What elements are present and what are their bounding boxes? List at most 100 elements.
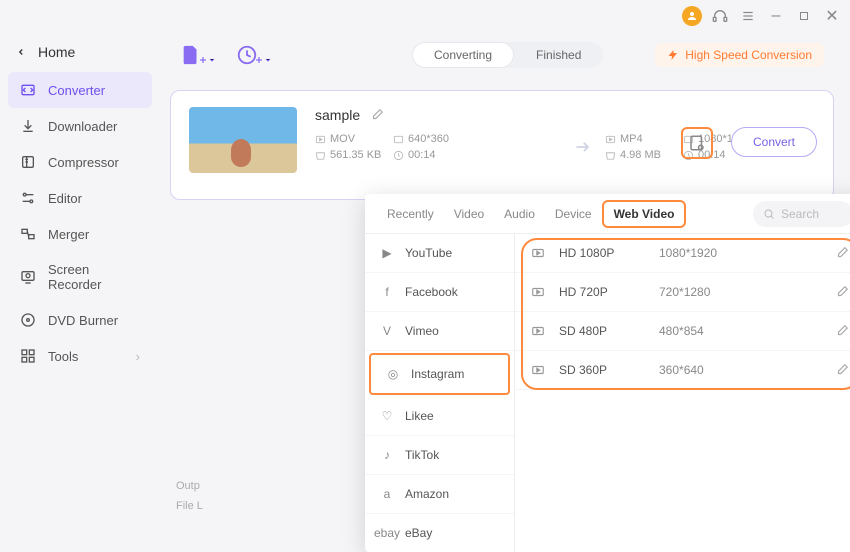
platform-amazon[interactable]: aAmazon — [365, 475, 514, 514]
likee-icon: ♡ — [379, 408, 395, 424]
popup-tab-video[interactable]: Video — [444, 194, 494, 233]
file-card: sample MOV 640*360 MP4 1080*1920 561.35 … — [170, 90, 834, 200]
resolution-name: SD 480P — [559, 324, 659, 338]
nav-dvd-burner[interactable]: DVD Burner — [8, 302, 152, 338]
resolution-name: SD 360P — [559, 363, 659, 377]
platform-youtube[interactable]: ▶ YouTube — [365, 234, 514, 273]
popup-search[interactable]: Search — [753, 201, 850, 227]
platform-instagram[interactable]: ◎Instagram — [369, 353, 510, 395]
tools-icon — [20, 348, 36, 364]
maximize-button[interactable] — [794, 6, 814, 26]
dst-size: 4.98 MB — [620, 149, 661, 161]
merger-icon — [20, 226, 36, 242]
video-icon — [531, 246, 549, 260]
avatar[interactable] — [682, 6, 702, 26]
conversion-status-segment: Converting Finished — [412, 42, 603, 68]
high-speed-button[interactable]: High Speed Conversion — [655, 43, 824, 67]
nav-merger[interactable]: Merger — [8, 216, 152, 252]
edit-icon[interactable] — [835, 246, 849, 260]
youtube-icon: ▶ — [379, 245, 395, 261]
platform-facebook[interactable]: f Facebook — [365, 273, 514, 312]
resolution-hd-720p[interactable]: HD 720P720*1280 — [515, 273, 850, 312]
nav-editor[interactable]: Editor — [8, 180, 152, 216]
nav-tools[interactable]: Tools › — [8, 338, 152, 374]
platform-label: Likee — [405, 409, 434, 423]
video-icon — [531, 324, 549, 338]
nav-converter[interactable]: Converter — [8, 72, 152, 108]
platform-tiktok[interactable]: ♪TikTok — [365, 436, 514, 475]
nav-label: Converter — [48, 83, 105, 98]
edit-title-icon[interactable] — [370, 108, 384, 122]
arrow-icon — [569, 137, 597, 157]
src-size: 561.35 KB — [330, 149, 381, 161]
search-icon — [763, 208, 775, 220]
tiktok-icon: ♪ — [379, 447, 395, 463]
main-panel: Converting Finished High Speed Conversio… — [160, 32, 850, 527]
resolution-sd-360p[interactable]: SD 360P360*640 — [515, 351, 850, 390]
platform-likee[interactable]: ♡ Likee — [365, 397, 514, 436]
sidebar: Home Converter Downloader Compressor Editor… — [0, 32, 160, 527]
popup-tab-web-video[interactable]: Web Video — [602, 200, 687, 228]
editor-icon — [20, 190, 36, 206]
resolution-value: 360*640 — [659, 363, 835, 377]
nav-label: Editor — [48, 191, 82, 206]
platform-list: ▶ YouTube f Facebook V Vimeo ◎Instagram ♡ Likee ♪… — [365, 234, 515, 552]
close-button[interactable]: ✕ — [822, 6, 842, 26]
vimeo-icon: V — [379, 323, 395, 339]
edit-icon[interactable] — [835, 363, 849, 377]
add-file-button[interactable] — [180, 44, 216, 66]
headset-icon[interactable] — [710, 6, 730, 26]
src-res: 640*360 — [408, 133, 449, 145]
resolution-hd-1080p[interactable]: HD 1080P1080*1920 — [515, 234, 850, 273]
popup-tab-device[interactable]: Device — [545, 194, 602, 233]
resolution-sd-480p[interactable]: SD 480P480*854 — [515, 312, 850, 351]
facebook-icon: f — [379, 284, 395, 300]
nav-label: Screen Recorder — [48, 262, 140, 292]
home-nav[interactable]: Home — [8, 40, 152, 72]
nav-screen-recorder[interactable]: Screen Recorder — [8, 252, 152, 302]
resolution-value: 1080*1920 — [659, 246, 835, 260]
platform-label: Facebook — [405, 285, 458, 299]
src-format: MOV — [330, 133, 355, 145]
tab-converting[interactable]: Converting — [412, 42, 514, 68]
resolution-value: 480*854 — [659, 324, 835, 338]
resolution-name: HD 1080P — [559, 246, 659, 260]
resolution-value: 720*1280 — [659, 285, 835, 299]
platform-ebay[interactable]: ebayeBay — [365, 514, 514, 552]
back-icon — [16, 47, 26, 57]
ebay-icon: ebay — [379, 525, 395, 541]
menu-icon[interactable] — [738, 6, 758, 26]
platform-label: Vimeo — [405, 324, 439, 338]
minimize-button[interactable]: – — [766, 6, 786, 26]
edit-icon[interactable] — [835, 324, 849, 338]
resolution-name: HD 720P — [559, 285, 659, 299]
convert-button[interactable]: Convert — [731, 127, 817, 157]
video-icon — [531, 285, 549, 299]
popup-tab-recently[interactable]: Recently — [377, 194, 444, 233]
platform-label: Instagram — [411, 367, 464, 381]
video-thumbnail[interactable] — [189, 107, 297, 173]
footer-info: Outp File L — [176, 477, 203, 517]
nav-label: Tools — [48, 349, 78, 364]
platform-label: YouTube — [405, 246, 452, 260]
nav-compressor[interactable]: Compressor — [8, 144, 152, 180]
tab-finished[interactable]: Finished — [514, 42, 603, 68]
screen-recorder-icon — [20, 269, 36, 285]
resolution-list: HD 1080P1080*1920HD 720P720*1280SD 480P4… — [515, 234, 850, 552]
src-dur: 00:14 — [408, 149, 436, 161]
nav-label: DVD Burner — [48, 313, 118, 328]
downloader-icon — [20, 118, 36, 134]
converter-icon — [20, 82, 36, 98]
output-settings-button[interactable] — [681, 127, 713, 159]
nav-downloader[interactable]: Downloader — [8, 108, 152, 144]
nav-label: Downloader — [48, 119, 117, 134]
chevron-right-icon: › — [136, 349, 140, 364]
format-popup: RecentlyVideoAudioDeviceWeb Video Search… — [365, 194, 850, 552]
nav-label: Merger — [48, 227, 89, 242]
add-folder-button[interactable] — [236, 44, 272, 66]
edit-icon[interactable] — [835, 285, 849, 299]
home-label: Home — [38, 44, 75, 60]
platform-label: Amazon — [405, 487, 449, 501]
popup-tab-audio[interactable]: Audio — [494, 194, 545, 233]
platform-vimeo[interactable]: V Vimeo — [365, 312, 514, 351]
